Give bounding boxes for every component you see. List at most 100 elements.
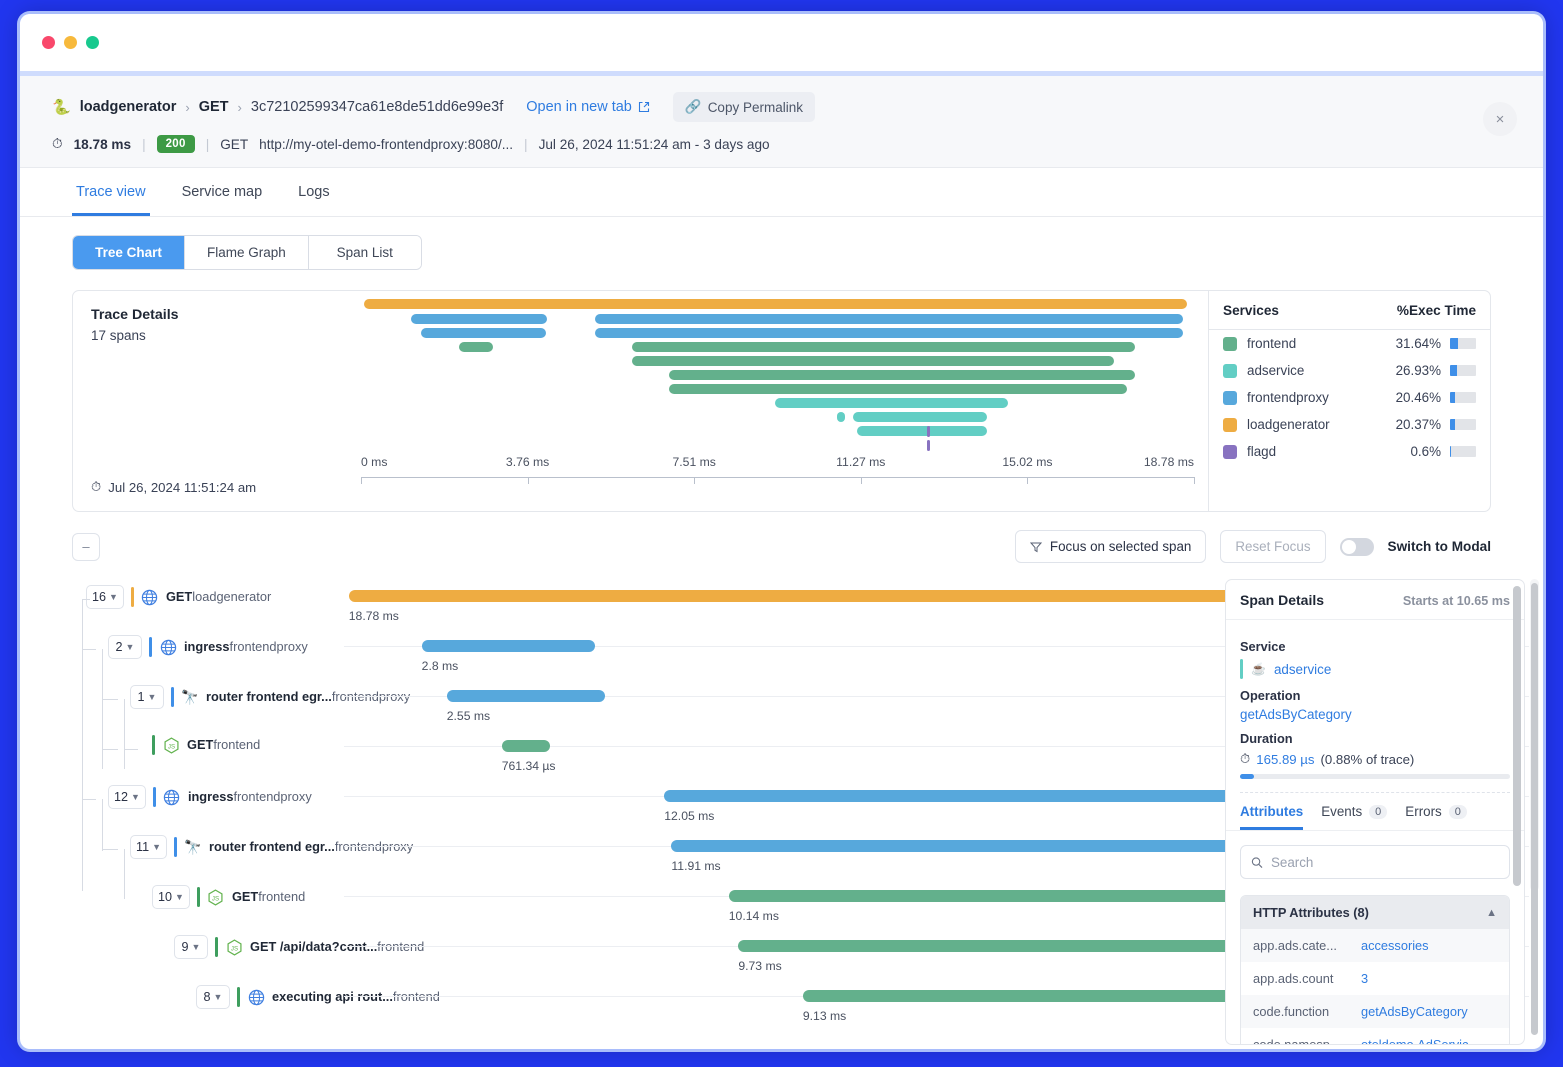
attribute-row[interactable]: app.ads.cate...accessories (1241, 929, 1509, 962)
span-color-bar (153, 787, 156, 807)
span-bar[interactable] (502, 740, 550, 752)
view-mode-bar: Tree Chart Flame Graph Span List (20, 217, 1543, 270)
service-legend-row[interactable]: flagd0.6% (1209, 438, 1490, 465)
trace-summary-card: Trace Details 17 spans 0 ms3.76 ms7.51 m… (72, 290, 1491, 512)
mode-tree-chart[interactable]: Tree Chart (73, 236, 185, 269)
span-child-count-toggle[interactable]: 10▼ (152, 885, 190, 909)
span-node[interactable]: JSGETfrontend (152, 735, 260, 755)
service-color-swatch (1223, 418, 1237, 432)
attribute-value[interactable]: accessories (1361, 938, 1429, 953)
copy-permalink-button[interactable]: 🔗 Copy Permalink (673, 92, 815, 122)
span-service-icon (247, 988, 265, 1006)
minimap-bar (857, 426, 987, 436)
attribute-row[interactable]: app.ads.count3 (1241, 962, 1509, 995)
maximize-window-dot[interactable] (86, 36, 99, 49)
span-child-count-toggle[interactable]: 16▼ (86, 585, 124, 609)
trace-tree-area: 16▼GETloadgenerator 2▼ingressfrontendprox… (72, 579, 1543, 891)
breadcrumb-service[interactable]: loadgenerator (80, 99, 177, 115)
dtab-errors-count: 0 (1449, 805, 1467, 819)
span-tree-row[interactable]: 1▼🔭router frontend egr...frontendproxy (72, 679, 344, 729)
trace-minimap[interactable] (361, 299, 1194, 459)
span-tree-row[interactable]: 2▼ingressfrontendproxy (72, 629, 344, 679)
span-node[interactable]: 16▼GETloadgenerator (86, 585, 271, 609)
focus-on-selected-span-button[interactable]: Focus on selected span (1015, 530, 1206, 563)
python-icon: 🐍 (52, 98, 71, 116)
service-legend-name: frontend (1247, 336, 1385, 351)
dtab-errors-label: Errors (1405, 804, 1441, 819)
tree-connector (124, 749, 138, 750)
span-color-bar (149, 637, 152, 657)
close-window-dot[interactable] (42, 36, 55, 49)
reset-focus-button[interactable]: Reset Focus (1220, 530, 1325, 563)
attribute-row[interactable]: code.namesp...oteldemo.AdServic (1241, 1028, 1509, 1045)
dtab-attributes[interactable]: Attributes (1240, 804, 1303, 830)
service-legend-row[interactable]: loadgenerator20.37% (1209, 411, 1490, 438)
services-legend-header: Services %Exec Time (1209, 291, 1490, 330)
globe-icon (163, 789, 180, 806)
tab-logs[interactable]: Logs (294, 168, 333, 216)
span-tree-row[interactable]: 8▼executing api rout...frontend (72, 979, 344, 1029)
axis-tick-label: 3.76 ms (506, 455, 549, 469)
http-attributes-header[interactable]: HTTP Attributes (8) ▲ (1241, 896, 1509, 929)
span-node[interactable]: 2▼ingressfrontendproxy (108, 635, 308, 659)
operation-link[interactable]: getAdsByCategory (1240, 707, 1510, 722)
span-tree-row[interactable]: 12▼ingressfrontendproxy (72, 779, 344, 829)
attribute-row[interactable]: code.functiongetAdsByCategory (1241, 995, 1509, 1028)
dtab-errors[interactable]: Errors 0 (1405, 804, 1467, 830)
dtab-events[interactable]: Events 0 (1321, 804, 1387, 830)
span-tree-row[interactable]: JSGETfrontend (72, 729, 344, 779)
span-tree-row[interactable]: 11▼🔭router frontend egr...frontendproxy (72, 829, 344, 879)
span-bar-duration: 12.05 ms (664, 809, 714, 823)
span-child-count-toggle[interactable]: 8▼ (196, 985, 230, 1009)
minimap-bar (595, 314, 1183, 324)
close-button[interactable]: × (1483, 102, 1517, 136)
attribute-search-box[interactable] (1240, 845, 1510, 879)
open-in-new-tab-link[interactable]: Open in new tab (526, 99, 650, 115)
trace-meta-row: ⏱ 18.78 ms | 200 | GET http://my-otel-de… (52, 135, 1519, 153)
span-service-icon (159, 638, 177, 656)
span-bar[interactable] (422, 640, 595, 652)
breadcrumb-separator-2: › (238, 100, 242, 115)
window-controls[interactable] (42, 36, 99, 49)
service-legend-row[interactable]: adservice26.93% (1209, 357, 1490, 384)
http-url: http://my-otel-demo-frontendproxy:8080/.… (259, 137, 513, 152)
span-node[interactable]: 10▼JSGETfrontend (152, 885, 305, 909)
span-tree-row[interactable]: 16▼GETloadgenerator (72, 579, 344, 629)
service-legend-name: loadgenerator (1247, 417, 1385, 432)
span-child-count-toggle[interactable]: 12▼ (108, 785, 146, 809)
span-tree-row[interactable]: 10▼JSGETfrontend (72, 879, 344, 929)
service-color-swatch (1223, 391, 1237, 405)
switch-to-modal-toggle[interactable] (1340, 538, 1374, 556)
tab-service-map[interactable]: Service map (178, 168, 267, 216)
service-legend-row[interactable]: frontendproxy20.46% (1209, 384, 1490, 411)
span-child-count-toggle[interactable]: 11▼ (130, 835, 167, 859)
span-bar[interactable] (447, 690, 605, 702)
span-child-count-toggle[interactable]: 1▼ (130, 685, 164, 709)
span-details-scrollbar[interactable] (1513, 586, 1521, 1038)
axis-tick (361, 477, 362, 484)
attribute-value[interactable]: oteldemo.AdServic (1361, 1037, 1468, 1045)
attribute-value[interactable]: 3 (1361, 971, 1368, 986)
service-link[interactable]: adservice (1274, 662, 1331, 677)
span-child-count-toggle[interactable]: 9▼ (174, 935, 208, 959)
span-node[interactable]: 12▼ingressfrontendproxy (108, 785, 312, 809)
service-legend-name: flagd (1247, 444, 1385, 459)
service-exec-pct: 31.64% (1385, 336, 1441, 351)
service-legend-row[interactable]: frontend31.64% (1209, 330, 1490, 357)
mode-span-list[interactable]: Span List (309, 236, 421, 269)
service-color-bar (1240, 659, 1243, 679)
divider-3: | (524, 137, 528, 152)
span-operation-name: ingress (188, 789, 234, 804)
minimize-window-dot[interactable] (64, 36, 77, 49)
span-tree-row[interactable]: 9▼JSGET /api/data?cont...frontend (72, 929, 344, 979)
span-bar-duration: 9.13 ms (803, 1009, 846, 1023)
attribute-value[interactable]: getAdsByCategory (1361, 1004, 1468, 1019)
tab-trace-view[interactable]: Trace view (72, 168, 150, 216)
service-exec-pct: 20.37% (1385, 417, 1441, 432)
mode-flame-graph[interactable]: Flame Graph (185, 236, 309, 269)
collapse-all-button[interactable]: – (72, 533, 100, 561)
window-titlebar (20, 14, 1543, 76)
detail-tabs-underline (1226, 830, 1524, 831)
search-input[interactable] (1271, 855, 1499, 870)
span-child-count-toggle[interactable]: 2▼ (108, 635, 142, 659)
